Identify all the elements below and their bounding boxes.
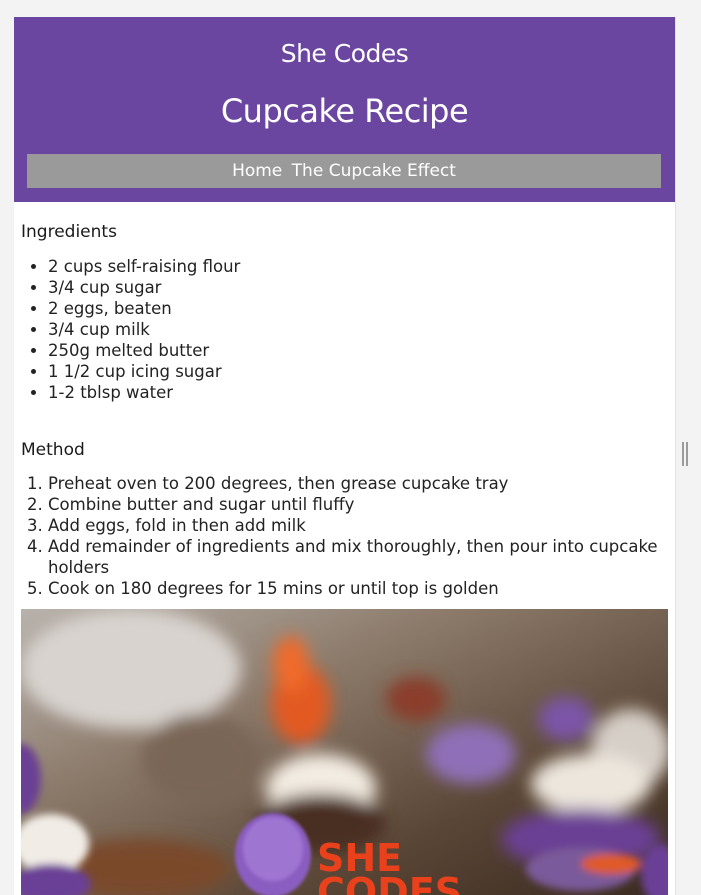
topper-word: CODES bbox=[317, 870, 462, 895]
ingredient-item: 2 cups self-raising flour bbox=[48, 256, 675, 277]
page-title: Cupcake Recipe bbox=[220, 92, 469, 130]
method-step: Add eggs, fold in then add milk bbox=[48, 515, 674, 536]
method-list: Preheat oven to 200 degrees, then grease… bbox=[21, 473, 674, 599]
nav-link-cupcake-effect[interactable]: The Cupcake Effect bbox=[292, 161, 456, 181]
ingredient-item: 250g melted butter bbox=[48, 340, 675, 361]
ingredients-heading: Ingredients bbox=[21, 222, 117, 242]
cupcake-image: SHE CODES bbox=[21, 609, 668, 895]
ingredient-item: 3/4 cup milk bbox=[48, 319, 675, 340]
cupcake-photo: SHE CODES bbox=[21, 609, 668, 895]
site-header: She Codes Cupcake Recipe Home The Cupcak… bbox=[14, 17, 675, 202]
ingredient-item: 3/4 cup sugar bbox=[48, 277, 675, 298]
ingredient-item: 2 eggs, beaten bbox=[48, 298, 675, 319]
ingredient-item: 1 1/2 cup icing sugar bbox=[48, 361, 675, 382]
ingredient-item: 1-2 tblsp water bbox=[48, 382, 675, 403]
method-step: Add remainder of ingredients and mix tho… bbox=[48, 536, 674, 578]
brand-name: She Codes bbox=[280, 39, 409, 68]
nav-link-home[interactable]: Home bbox=[232, 161, 282, 181]
method-step: Preheat oven to 200 degrees, then grease… bbox=[48, 473, 674, 494]
ingredients-list: 2 cups self-raising flour 3/4 cup sugar … bbox=[21, 256, 675, 403]
page: She Codes Cupcake Recipe Home The Cupcak… bbox=[14, 17, 676, 895]
resize-handle[interactable] bbox=[682, 442, 688, 466]
method-step: Cook on 180 degrees for 15 mins or until… bbox=[48, 578, 674, 599]
nav-bar: Home The Cupcake Effect bbox=[27, 154, 661, 188]
method-heading: Method bbox=[21, 440, 85, 460]
method-step: Combine butter and sugar until fluffy bbox=[48, 494, 674, 515]
